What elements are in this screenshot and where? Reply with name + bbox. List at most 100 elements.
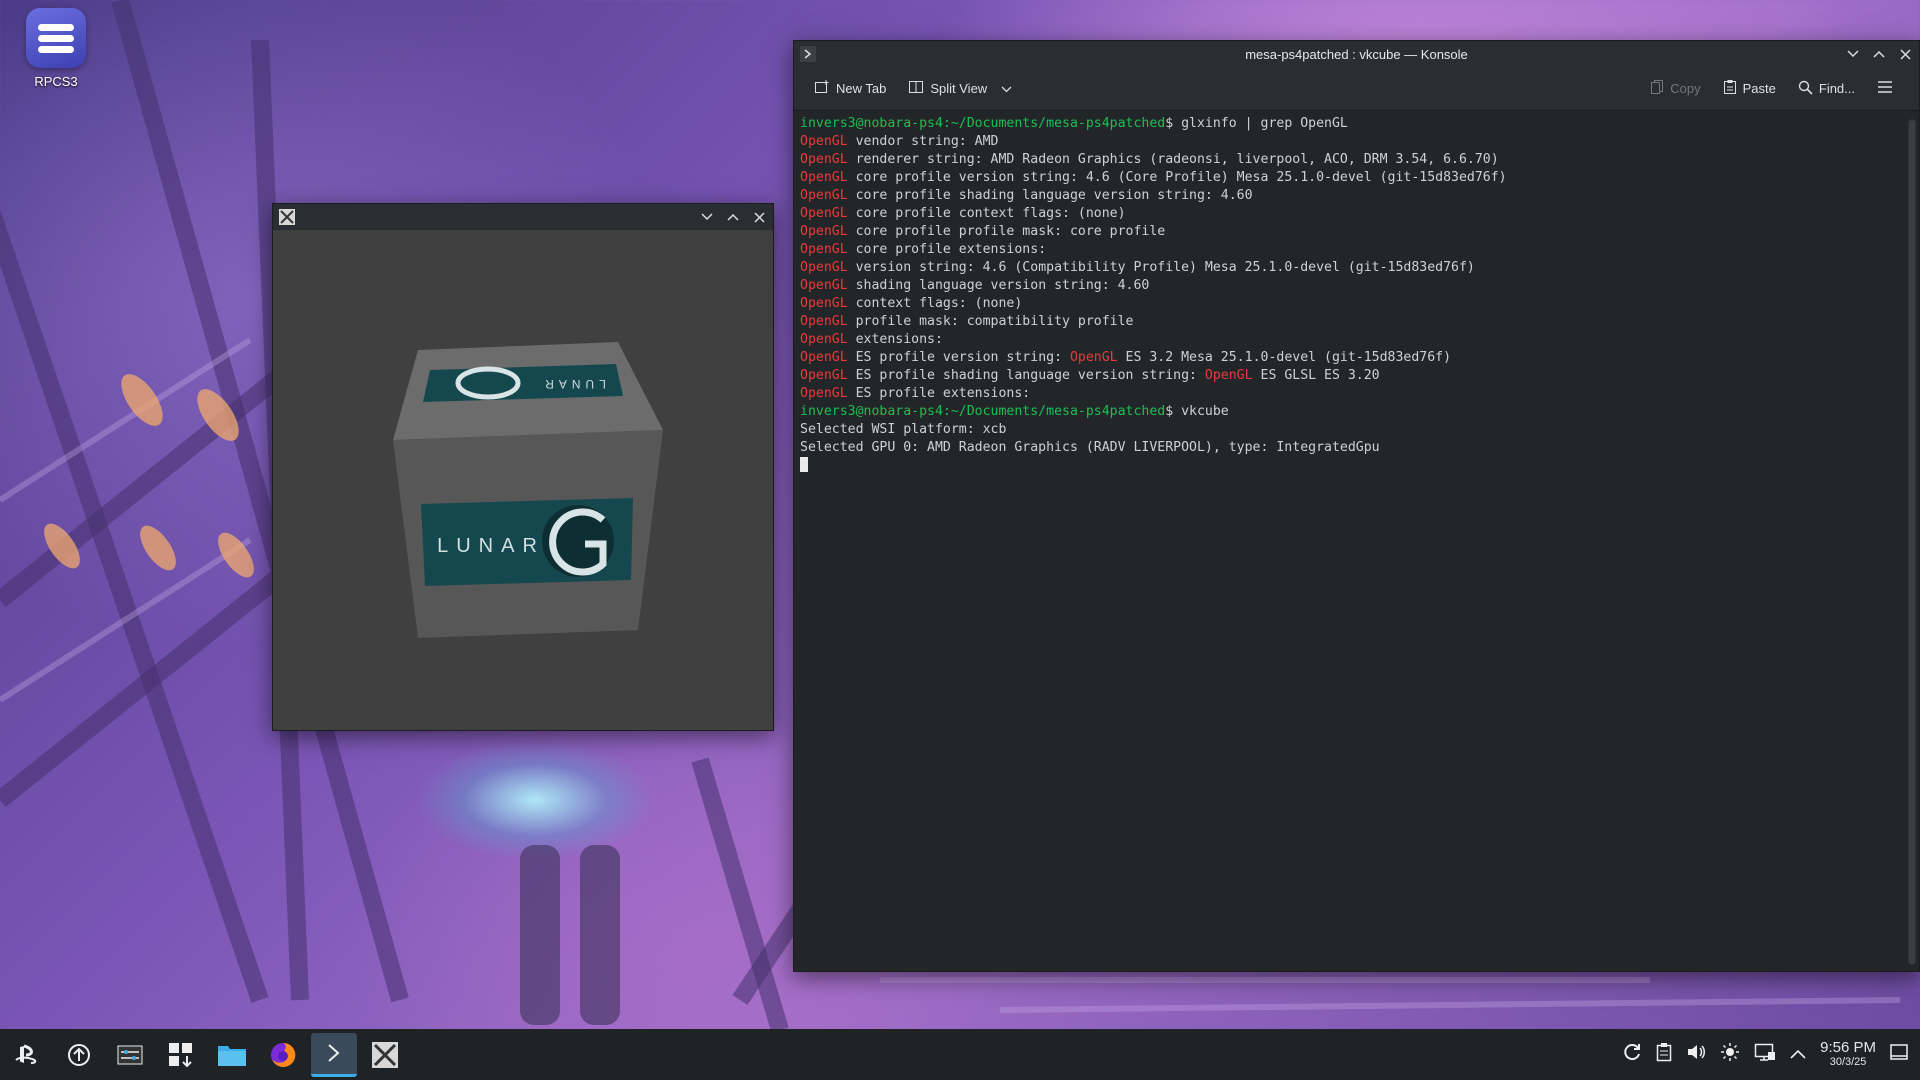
vkcube-window[interactable]: LUNAR LUNAR bbox=[272, 203, 774, 731]
vkcube-titlebar[interactable] bbox=[273, 204, 773, 230]
update-icon[interactable] bbox=[56, 1033, 102, 1077]
desktop-icon-label: RPCS3 bbox=[34, 74, 78, 89]
terminal-line: OpenGL vendor string: AMD bbox=[800, 133, 1899, 151]
lunarg-cube-graphic: LUNAR LUNAR bbox=[393, 342, 663, 638]
konsole-window[interactable]: mesa-ps4patched : vkcube — Konsole New T… bbox=[793, 40, 1920, 972]
konsole-toolbar: New Tab Split View Copy Paste Find... bbox=[794, 67, 1919, 111]
terminal-line: OpenGL ES profile extensions: bbox=[800, 385, 1899, 403]
rpcs3-app-icon bbox=[26, 8, 86, 68]
new-tab-label: New Tab bbox=[836, 81, 887, 96]
terminal-scrollbar[interactable] bbox=[1908, 119, 1916, 965]
terminal-line: OpenGL ES profile version string: OpenGL… bbox=[800, 349, 1899, 367]
terminal-line: OpenGL extensions: bbox=[800, 331, 1899, 349]
highlight-keyword: OpenGL bbox=[800, 242, 848, 257]
vkcube-render-area: LUNAR LUNAR bbox=[273, 230, 773, 730]
hamburger-menu-button[interactable] bbox=[1869, 76, 1901, 101]
maximize-icon[interactable] bbox=[1871, 46, 1887, 62]
close-icon[interactable] bbox=[751, 209, 767, 225]
output-text: core profile context flags: (none) bbox=[847, 206, 1126, 221]
file-manager-icon[interactable] bbox=[209, 1033, 255, 1077]
maximize-icon[interactable] bbox=[725, 209, 741, 225]
highlight-keyword: OpenGL bbox=[800, 188, 848, 203]
new-tab-button[interactable]: New Tab bbox=[806, 75, 894, 102]
text-cursor bbox=[800, 457, 808, 472]
highlight-keyword: OpenGL bbox=[800, 314, 848, 329]
volume-icon[interactable] bbox=[1686, 1043, 1706, 1066]
konsole-icon[interactable] bbox=[311, 1032, 357, 1077]
close-icon[interactable] bbox=[1897, 46, 1913, 62]
terminal-line: OpenGL ES profile shading language versi… bbox=[800, 367, 1899, 385]
terminal-line: OpenGL shading language version string: … bbox=[800, 277, 1899, 295]
output-text: vendor string: AMD bbox=[847, 134, 999, 149]
terminal-line: OpenGL version string: 4.6 (Compatibilit… bbox=[800, 259, 1899, 277]
terminal-line: invers3@nobara-ps4:~/Documents/mesa-ps4p… bbox=[800, 403, 1899, 421]
terminal-line: Selected WSI platform: xcb bbox=[800, 421, 1899, 439]
application-launcher-icon[interactable] bbox=[5, 1033, 51, 1077]
output-text: Selected GPU 0: AMD Radeon Graphics (RAD… bbox=[800, 440, 1380, 455]
shell-prompt: invers3@nobara-ps4:~/Documents/mesa-ps4p… bbox=[800, 116, 1166, 131]
terminal-output[interactable]: invers3@nobara-ps4:~/Documents/mesa-ps4p… bbox=[798, 113, 1901, 971]
network-icon[interactable] bbox=[1754, 1043, 1776, 1066]
chevron-up-icon[interactable] bbox=[1790, 1046, 1806, 1064]
highlight-keyword: OpenGL bbox=[800, 152, 848, 167]
copy-button[interactable]: Copy bbox=[1642, 75, 1708, 102]
highlight-keyword: OpenGL bbox=[800, 224, 848, 239]
desktop-icon-rpcs3[interactable]: RPCS3 bbox=[18, 8, 94, 89]
terminal-line: invers3@nobara-ps4:~/Documents/mesa-ps4p… bbox=[800, 115, 1899, 133]
clipboard-icon[interactable] bbox=[1656, 1042, 1672, 1067]
highlight-keyword: OpenGL bbox=[1204, 368, 1253, 383]
taskbar: 9:56 PM 30/3/25 bbox=[0, 1029, 1920, 1080]
x11-app-icon[interactable] bbox=[362, 1033, 408, 1077]
minimize-icon[interactable] bbox=[1845, 46, 1861, 62]
system-settings-icon[interactable] bbox=[107, 1033, 153, 1077]
window-title: mesa-ps4patched : vkcube — Konsole bbox=[1245, 46, 1468, 62]
shell-prompt: invers3@nobara-ps4:~/Documents/mesa-ps4p… bbox=[800, 404, 1166, 419]
output-text: renderer string: AMD Radeon Graphics (ra… bbox=[847, 152, 1499, 167]
terminal-line: OpenGL core profile shading language ver… bbox=[800, 187, 1899, 205]
terminal-line: OpenGL core profile extensions: bbox=[800, 241, 1899, 259]
output-text: core profile extensions: bbox=[847, 242, 1047, 257]
new-tab-icon bbox=[814, 79, 830, 98]
output-text: context flags: (none) bbox=[847, 296, 1023, 311]
output-text: core profile shading language version st… bbox=[847, 188, 1253, 203]
output-text: shading language version string: 4.60 bbox=[847, 278, 1150, 293]
sync-icon[interactable] bbox=[1622, 1042, 1642, 1067]
clock-date: 30/3/25 bbox=[1829, 1055, 1867, 1068]
output-text: ES GLSL ES 3.20 bbox=[1252, 368, 1380, 383]
shell-command: $ glxinfo | grep OpenGL bbox=[1165, 116, 1348, 131]
paste-icon bbox=[1723, 79, 1737, 98]
copy-label: Copy bbox=[1670, 81, 1701, 96]
svg-text:LUNAR: LUNAR bbox=[540, 377, 606, 391]
find-button[interactable]: Find... bbox=[1790, 76, 1863, 102]
output-text: extensions: bbox=[847, 332, 943, 347]
chevron-down-icon[interactable] bbox=[1001, 81, 1012, 96]
konsole-titlebar[interactable]: mesa-ps4patched : vkcube — Konsole bbox=[794, 41, 1919, 67]
highlight-keyword: OpenGL bbox=[800, 296, 848, 311]
highlight-keyword: OpenGL bbox=[800, 386, 848, 401]
split-view-button[interactable]: Split View bbox=[900, 75, 1020, 102]
clock-time: 9:56 PM bbox=[1820, 1038, 1876, 1056]
terminal-line: OpenGL core profile profile mask: core p… bbox=[800, 223, 1899, 241]
brightness-icon[interactable] bbox=[1720, 1042, 1740, 1067]
discover-store-icon[interactable] bbox=[158, 1033, 204, 1077]
terminal-line bbox=[800, 457, 1899, 475]
paste-button[interactable]: Paste bbox=[1715, 75, 1784, 102]
clock[interactable]: 9:56 PM 30/3/25 bbox=[1820, 1040, 1876, 1070]
shell-command: $ vkcube bbox=[1165, 404, 1229, 419]
scrollbar-thumb[interactable] bbox=[1909, 120, 1915, 964]
output-text: core profile version string: 4.6 (Core P… bbox=[847, 170, 1507, 185]
terminal-line: OpenGL context flags: (none) bbox=[800, 295, 1899, 313]
highlight-keyword: OpenGL bbox=[800, 350, 848, 365]
show-desktop-icon[interactable] bbox=[1890, 1044, 1908, 1065]
terminal-line: OpenGL renderer string: AMD Radeon Graph… bbox=[800, 151, 1899, 169]
copy-icon bbox=[1650, 79, 1664, 98]
split-view-icon bbox=[908, 79, 924, 98]
firefox-icon[interactable] bbox=[260, 1033, 306, 1077]
highlight-keyword: OpenGL bbox=[1069, 350, 1118, 365]
svg-text:LUNAR: LUNAR bbox=[437, 535, 545, 557]
output-text: Selected WSI platform: xcb bbox=[800, 422, 1007, 437]
output-text: ES profile shading language version stri… bbox=[847, 368, 1205, 383]
highlight-keyword: OpenGL bbox=[800, 368, 848, 383]
minimize-icon[interactable] bbox=[699, 209, 715, 225]
highlight-keyword: OpenGL bbox=[800, 134, 848, 149]
